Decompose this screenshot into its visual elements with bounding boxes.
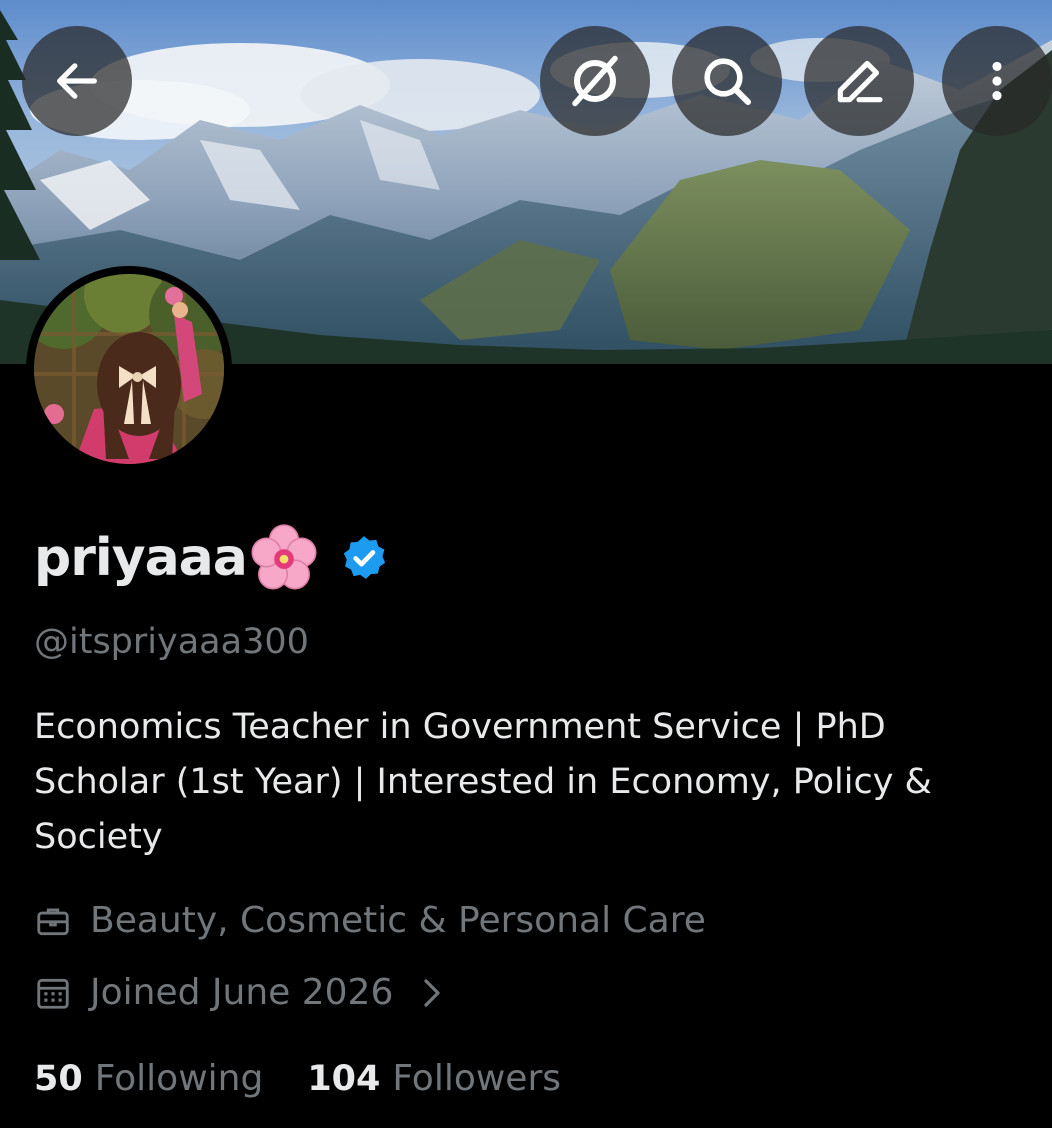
- chevron-right-icon: [424, 978, 441, 1007]
- follow-stats: 50 Following 104 Followers: [34, 1058, 561, 1099]
- joined-date-label: Joined June 2026: [90, 972, 394, 1013]
- profile-bio: Economics Teacher in Government Service …: [34, 707, 932, 857]
- followers-link[interactable]: 104 Followers: [307, 1058, 561, 1099]
- back-button[interactable]: [22, 26, 132, 136]
- joined-date-row[interactable]: Joined June 2026: [34, 972, 447, 1013]
- avatar-image: [34, 274, 224, 464]
- search-icon: [704, 58, 752, 106]
- profile-avatar[interactable]: [26, 266, 232, 472]
- pencil-icon: [837, 60, 883, 103]
- following-count: 50: [34, 1059, 83, 1099]
- following-link[interactable]: 50 Following: [34, 1058, 263, 1099]
- briefcase-icon: [37, 907, 69, 935]
- followers-label: Followers: [392, 1058, 562, 1099]
- category-label: Beauty, Cosmetic & Personal Care: [90, 900, 706, 941]
- cherry-blossom-icon: [251, 524, 317, 590]
- display-name: priyaaa: [34, 528, 248, 588]
- grok-button[interactable]: [540, 26, 650, 136]
- display-name-row: priyaaa: [34, 522, 389, 594]
- grok-icon: [572, 55, 618, 107]
- more-button[interactable]: [942, 26, 1052, 136]
- user-handle: @itspriyaaa300: [34, 622, 309, 662]
- following-label: Following: [94, 1058, 264, 1099]
- followers-count: 104: [307, 1059, 381, 1099]
- search-button[interactable]: [672, 26, 782, 136]
- profile-category: Beauty, Cosmetic & Personal Care: [34, 900, 706, 941]
- more-vertical-icon: [992, 61, 1002, 101]
- edit-button[interactable]: [804, 26, 914, 136]
- verified-badge-icon[interactable]: [339, 533, 389, 583]
- calendar-icon: [37, 978, 69, 1009]
- arrow-left-icon: [57, 63, 97, 99]
